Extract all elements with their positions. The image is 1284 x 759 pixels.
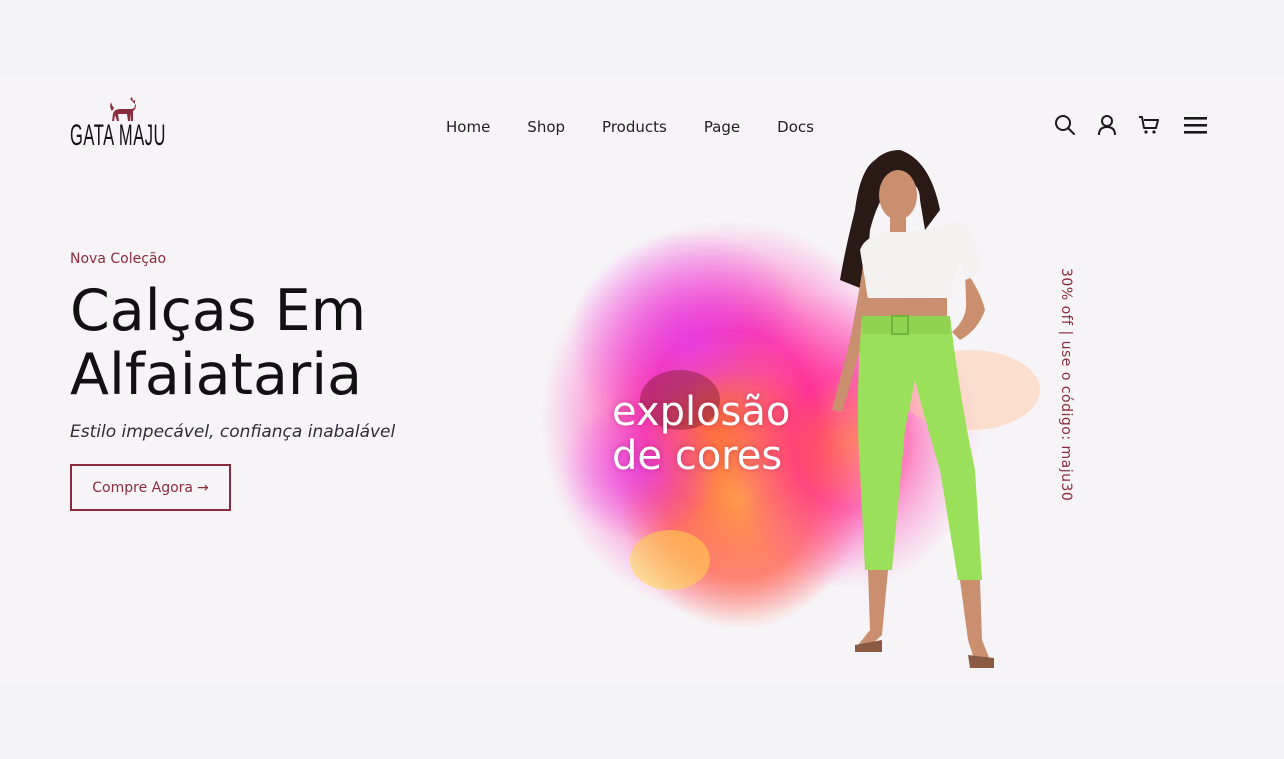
nav-shop[interactable]: Shop [527,116,565,138]
burst-line2: de cores [612,433,783,479]
search-icon[interactable] [1054,114,1076,136]
burst-caption: explosão de cores [612,390,790,478]
menu-icon[interactable] [1184,116,1208,136]
hero-subtitle: Estilo impecável, confiança inabalável [70,422,396,442]
burst-line1: explosão [612,389,791,435]
brand-logo[interactable]: GATA MAJU [70,97,165,155]
arrow-right-icon: → [197,479,209,496]
hero-title: Calças Em Alfaiataria [70,279,500,407]
nav-products[interactable]: Products [602,116,667,138]
hero-title-line1: Calças Em [70,278,367,344]
main-nav: Home Shop Products Page Docs [446,116,814,138]
nav-home[interactable]: Home [446,116,490,138]
shop-now-button[interactable]: Compre Agora → [70,464,231,511]
shop-now-label: Compre Agora [92,479,193,496]
nav-page[interactable]: Page [704,116,740,138]
hero-eyebrow: Nova Coleção [70,251,167,267]
brand-name: GATA MAJU [70,119,167,152]
promo-code-text: 30% off | use o código: maju30 [1058,268,1074,502]
hero-title-line2: Alfaiataria [70,342,363,408]
cart-icon[interactable] [1138,114,1160,136]
nav-docs[interactable]: Docs [777,116,814,138]
user-icon[interactable] [1096,114,1118,136]
